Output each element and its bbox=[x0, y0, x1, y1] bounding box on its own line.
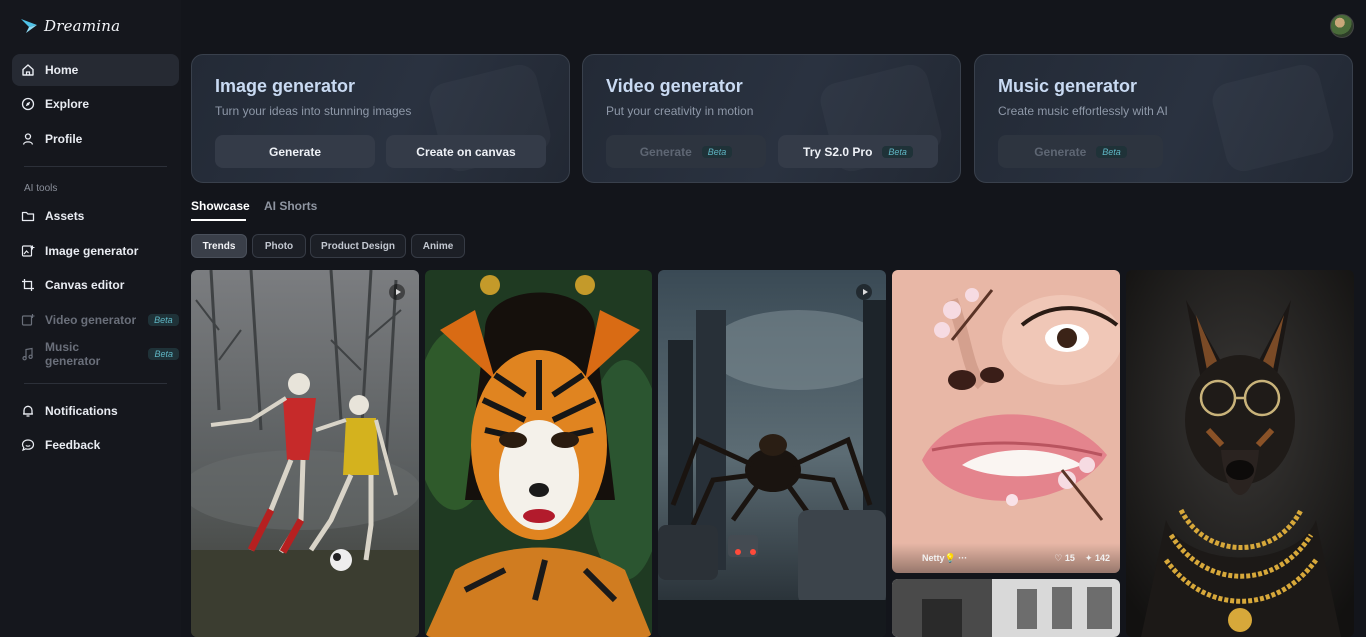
chat-bubble-icon bbox=[21, 438, 35, 452]
doberman-gold-chains-image bbox=[1126, 270, 1354, 637]
sidebar-item-label: Canvas editor bbox=[45, 278, 125, 292]
city-spider-image bbox=[658, 270, 886, 637]
sidebar-divider bbox=[24, 383, 167, 384]
user-icon bbox=[21, 132, 35, 146]
gallery-item-tiger-face[interactable] bbox=[425, 270, 652, 637]
sidebar-item-label: Feedback bbox=[45, 438, 101, 452]
chip-trends[interactable]: Trends bbox=[191, 234, 247, 258]
cherry-blossom-lips-image bbox=[892, 270, 1120, 573]
button-label: Try S2.0 Pro bbox=[803, 144, 873, 159]
dreamina-logo-icon bbox=[21, 19, 37, 33]
beta-badge: Beta bbox=[1096, 145, 1127, 158]
image-generate-button[interactable]: Generate bbox=[215, 135, 375, 168]
button-label: Create on canvas bbox=[416, 144, 516, 159]
beta-badge: Beta bbox=[701, 145, 733, 158]
home-icon bbox=[21, 63, 35, 77]
music-generator-card[interactable]: Music generator Create music effortlessl… bbox=[974, 54, 1353, 183]
button-label: Generate bbox=[268, 144, 322, 159]
sidebar-item-canvas-editor[interactable]: Canvas editor bbox=[12, 269, 179, 301]
button-label: Generate bbox=[639, 144, 692, 159]
black-white-building-image bbox=[892, 579, 1120, 637]
sidebar-item-label: Notifications bbox=[45, 404, 118, 418]
app-name: Dreamina bbox=[44, 17, 121, 35]
sidebar-item-image-generator[interactable]: Image generator bbox=[12, 235, 179, 267]
card-subtitle: Put your creativity in motion bbox=[606, 104, 754, 118]
sidebar-item-feedback[interactable]: Feedback bbox=[12, 429, 179, 461]
gallery-item-city-spider[interactable] bbox=[658, 270, 886, 637]
remixes[interactable]: ✦ 142 bbox=[1085, 553, 1110, 564]
video-generate-button[interactable]: Generate Beta bbox=[606, 135, 766, 168]
bell-icon bbox=[21, 404, 35, 418]
user-avatar[interactable] bbox=[1330, 14, 1354, 38]
sidebar-item-profile[interactable]: Profile bbox=[12, 123, 179, 155]
beta-badge: Beta bbox=[882, 145, 913, 158]
sidebar-divider bbox=[24, 166, 167, 167]
sidebar-item-video-generator[interactable]: Video generator Beta bbox=[12, 304, 179, 336]
beta-badge: Beta bbox=[148, 348, 179, 360]
skeleton-soccer-image bbox=[191, 270, 419, 637]
music-note-icon bbox=[21, 347, 35, 361]
app-logo[interactable]: Dreamina bbox=[20, 14, 120, 38]
card-title: Video generator bbox=[606, 76, 743, 96]
sidebar-item-label: Music generator bbox=[45, 340, 101, 368]
try-s2-pro-button[interactable]: Try S2.0 Pro Beta bbox=[778, 135, 938, 168]
sidebar-item-home[interactable]: Home bbox=[12, 54, 179, 86]
beta-badge: Beta bbox=[148, 314, 179, 326]
sidebar-item-music-generator[interactable]: Music generator Beta bbox=[12, 338, 179, 370]
card-title: Image generator bbox=[215, 76, 356, 96]
chip-product-design[interactable]: Product Design bbox=[310, 234, 406, 258]
button-label: Generate bbox=[1034, 144, 1087, 159]
music-generate-button[interactable]: Generate Beta bbox=[998, 135, 1163, 168]
tab-showcase[interactable]: Showcase bbox=[191, 199, 250, 213]
sidebar-item-explore[interactable]: Explore bbox=[12, 88, 179, 120]
video-play-icon bbox=[389, 284, 405, 300]
chip-photo[interactable]: Photo bbox=[252, 234, 306, 258]
gallery-item-cherry-blossom-lips[interactable]: Netty💡 ··· ♡ 15 ✦ 142 bbox=[892, 270, 1120, 573]
active-tab-indicator bbox=[191, 219, 246, 221]
compass-icon bbox=[21, 97, 35, 111]
gallery-item-meta: Netty💡 ··· ♡ 15 ✦ 142 bbox=[892, 543, 1120, 573]
likes[interactable]: ♡ 15 bbox=[1054, 553, 1075, 564]
crop-icon bbox=[21, 278, 35, 292]
create-on-canvas-button[interactable]: Create on canvas bbox=[386, 135, 546, 168]
gallery-item-doberman[interactable] bbox=[1126, 270, 1354, 637]
heart-icon: ♡ bbox=[1054, 552, 1063, 563]
sidebar-item-label: Video generator bbox=[45, 313, 137, 327]
sidebar-item-label: Explore bbox=[45, 97, 90, 111]
likes-count: 15 bbox=[1064, 552, 1075, 563]
sidebar-item-label: Profile bbox=[45, 132, 83, 146]
item-stats: ♡ 15 ✦ 142 bbox=[1054, 553, 1110, 564]
image-generator-card[interactable]: Image generator Turn your ideas into stu… bbox=[191, 54, 570, 183]
gallery-item-skeleton-soccer[interactable] bbox=[191, 270, 419, 637]
sidebar-item-assets[interactable]: Assets bbox=[12, 200, 179, 232]
card-subtitle: Create music effortlessly with AI bbox=[998, 104, 1168, 118]
chip-anime[interactable]: Anime bbox=[411, 234, 465, 258]
sparkle-icon: ✦ bbox=[1084, 552, 1093, 563]
sidebar-item-label: Assets bbox=[45, 209, 85, 223]
image-plus-icon bbox=[21, 244, 35, 258]
video-generator-card[interactable]: Video generator Put your creativity in m… bbox=[582, 54, 961, 183]
remix-count: 142 bbox=[1094, 552, 1110, 563]
author-name[interactable]: Netty💡 ··· bbox=[922, 553, 967, 564]
card-decoration bbox=[1209, 61, 1338, 175]
ai-tools-label: AI tools bbox=[24, 183, 58, 194]
tiger-face-paint-image bbox=[425, 270, 652, 637]
sidebar-item-notifications[interactable]: Notifications bbox=[12, 395, 179, 427]
sidebar-item-label: Image generator bbox=[45, 244, 139, 258]
sidebar-item-label: Home bbox=[45, 63, 79, 77]
video-plus-icon bbox=[21, 313, 35, 327]
gallery-item-building[interactable] bbox=[892, 579, 1120, 637]
card-subtitle: Turn your ideas into stunning images bbox=[215, 104, 412, 118]
folder-icon bbox=[21, 209, 35, 223]
tab-ai-shorts[interactable]: AI Shorts bbox=[264, 199, 317, 213]
sidebar: Dreamina Home Explore Profile AI tools A… bbox=[0, 0, 181, 637]
card-title: Music generator bbox=[998, 76, 1138, 96]
video-play-icon bbox=[856, 284, 872, 300]
